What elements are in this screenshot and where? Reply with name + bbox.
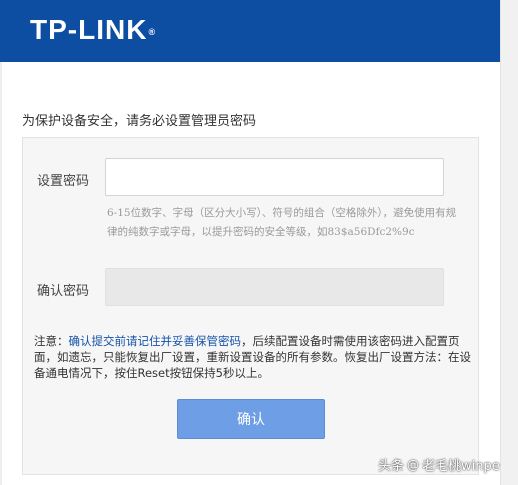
- warning-note: 注意：确认提交前请记住并妥善保管密码，后续配置设备时需使用该密码进入配置页面，如…: [34, 333, 474, 381]
- confirm-password-input[interactable]: [105, 268, 444, 306]
- note-prefix: 注意：: [34, 334, 69, 348]
- note-emphasis: 确认提交前请记住并妥善保管密码: [68, 334, 242, 348]
- header-bar: TP-LINK®: [0, 0, 500, 62]
- logo-text: TP-LINK: [30, 14, 148, 45]
- password-label: 设置密码: [37, 174, 90, 189]
- confirm-password-label: 确认密码: [37, 284, 90, 299]
- frame-border: [0, 62, 2, 485]
- password-input[interactable]: [105, 158, 444, 196]
- watermark-source: 头条: [378, 459, 405, 474]
- confirm-button[interactable]: 确认: [177, 399, 325, 439]
- watermark-at: @: [407, 457, 420, 472]
- intro-text: 为保护设备安全，请务必设置管理员密码: [22, 114, 257, 129]
- password-hint: 6-15位数字、字母（区分大小写）、符号的组合（空格除外），避免使用有规律的纯数…: [107, 207, 457, 238]
- page-scrollbar[interactable]: [500, 0, 518, 485]
- registered-mark: ®: [148, 27, 157, 37]
- watermark-author: 老毛桃winpe: [422, 459, 500, 474]
- watermark: 头条 @ 老毛桃winpe: [378, 455, 500, 475]
- password-form-panel: 设置密码 6-15位数字、字母（区分大小写）、符号的组合（空格除外），避免使用有…: [22, 137, 479, 475]
- tp-link-logo: TP-LINK®: [30, 14, 156, 46]
